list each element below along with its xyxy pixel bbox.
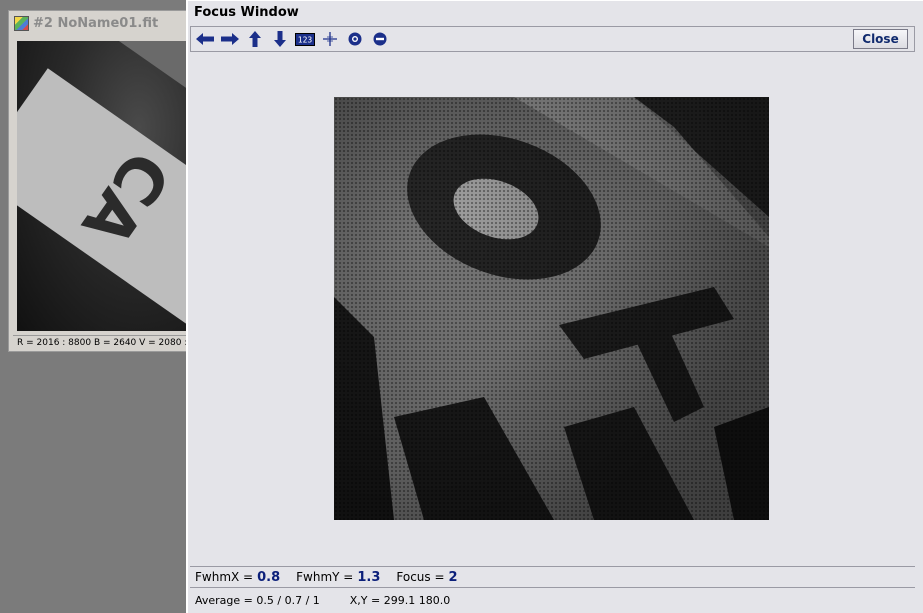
crosshair-icon [323,32,337,46]
focus-image[interactable] [334,97,769,520]
numeric-display-button[interactable]: 123 [294,29,316,50]
numeric-icon-text: 123 [298,35,313,44]
zoom-in-button[interactable] [344,29,366,50]
background-window-titlebar[interactable]: #2 NoName01.fit [9,11,189,35]
fits-file-icon [14,15,29,31]
fwhm-status-bar: FwhmX = 0.8 FwhmY = 1.3 Focus = 2 [190,566,915,588]
fwhmy-value: 1.3 [357,569,381,585]
focus-window-title: Focus Window [194,4,299,20]
zoom-out-icon [373,32,387,46]
background-image-window[interactable]: #2 NoName01.fit CA R = 2016 : 8800 B = 2… [8,10,191,352]
zoom-out-button[interactable] [369,29,391,50]
arrow-down-icon [274,31,286,47]
background-window-title: #2 NoName01.fit [33,15,159,31]
focus-label: Focus = [396,570,445,584]
focus-toolbar: 123 Close [190,26,915,52]
background-image-view[interactable]: CA [17,41,191,331]
arrow-down-button[interactable] [269,29,291,50]
numeric-display-icon: 123 [295,32,315,46]
fwhmx-label: FwhmX = [195,570,254,584]
close-button[interactable]: Close [853,29,908,49]
arrow-up-icon [249,31,261,47]
zoom-in-icon [348,32,362,46]
arrow-right-button[interactable] [219,29,241,50]
arrow-left-button[interactable] [194,29,216,50]
focus-image-area [190,53,915,564]
focus-window-titlebar[interactable]: Focus Window [188,1,923,23]
fwhmx-value: 0.8 [257,569,281,585]
coordinate-readout: X,Y = 299.1 180.0 [349,593,451,607]
focus-value: 2 [448,569,458,585]
average-status-bar: Average = 0.5 / 0.7 / 1 X,Y = 299.1 180.… [190,590,915,610]
average-readout: Average = 0.5 / 0.7 / 1 [195,593,320,607]
focus-window[interactable]: Focus Window 123 Close FwhmX = 0.8 FwhmY… [186,0,923,613]
arrow-up-button[interactable] [244,29,266,50]
fwhmy-label: FwhmY = [296,570,354,584]
crosshair-button[interactable] [319,29,341,50]
arrow-right-icon [221,33,239,45]
arrow-left-icon [196,33,214,45]
background-window-status: R = 2016 : 8800 B = 2640 V = 2080 : 549 [13,335,191,349]
